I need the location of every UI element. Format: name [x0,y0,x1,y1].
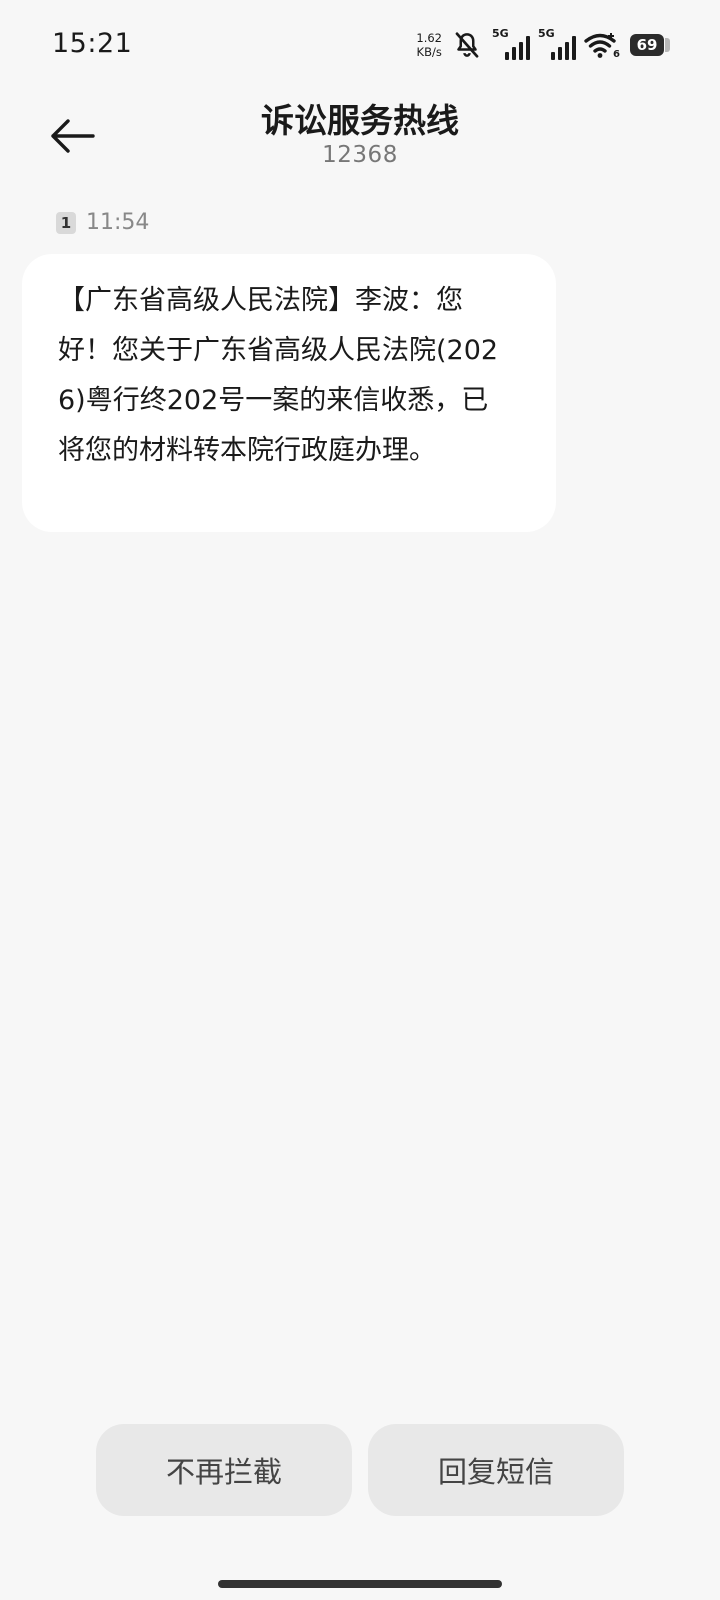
message-bubble[interactable]: 【广东省高级人民法院】李波：您好！您关于广东省高级人民法院(2026)粤行终20… [22,254,556,532]
status-icons: 1.62 KB/s 5G 5G 6 69 [416,28,670,62]
unblock-button[interactable]: 不再拦截 [96,1424,352,1516]
signal-icon [551,36,576,60]
message-text: 【广东省高级人民法院】李波：您好！您关于广东省高级人民法院(2026)粤行终20… [58,285,499,466]
message-time: 11:54 [86,210,150,235]
sender-number: 12368 [322,142,398,168]
wifi-status: 6 [584,30,620,60]
home-indicator[interactable] [218,1580,502,1588]
signal-icon [505,36,530,60]
message-meta: 1 11:54 [56,210,149,235]
bell-muted-icon [452,30,482,60]
network-speed-value: 1.62 [416,31,442,45]
battery-tip [665,38,670,52]
reply-button[interactable]: 回复短信 [368,1424,624,1516]
sim-badge: 1 [56,211,76,234]
wifi-sub-label: 6 [613,49,620,60]
page-title: 诉讼服务热线 [261,101,459,140]
battery-level: 69 [630,34,664,56]
status-time: 15:21 [52,28,133,59]
sim2-signal: 5G [538,28,578,60]
wifi-icon [584,33,616,58]
sim1-signal: 5G [492,28,532,60]
network-speed: 1.62 KB/s [416,31,442,59]
battery-icon: 69 [630,34,670,56]
network-speed-unit: KB/s [416,45,442,59]
status-bar: 15:21 1.62 KB/s 5G 5G 6 69 [0,0,720,92]
